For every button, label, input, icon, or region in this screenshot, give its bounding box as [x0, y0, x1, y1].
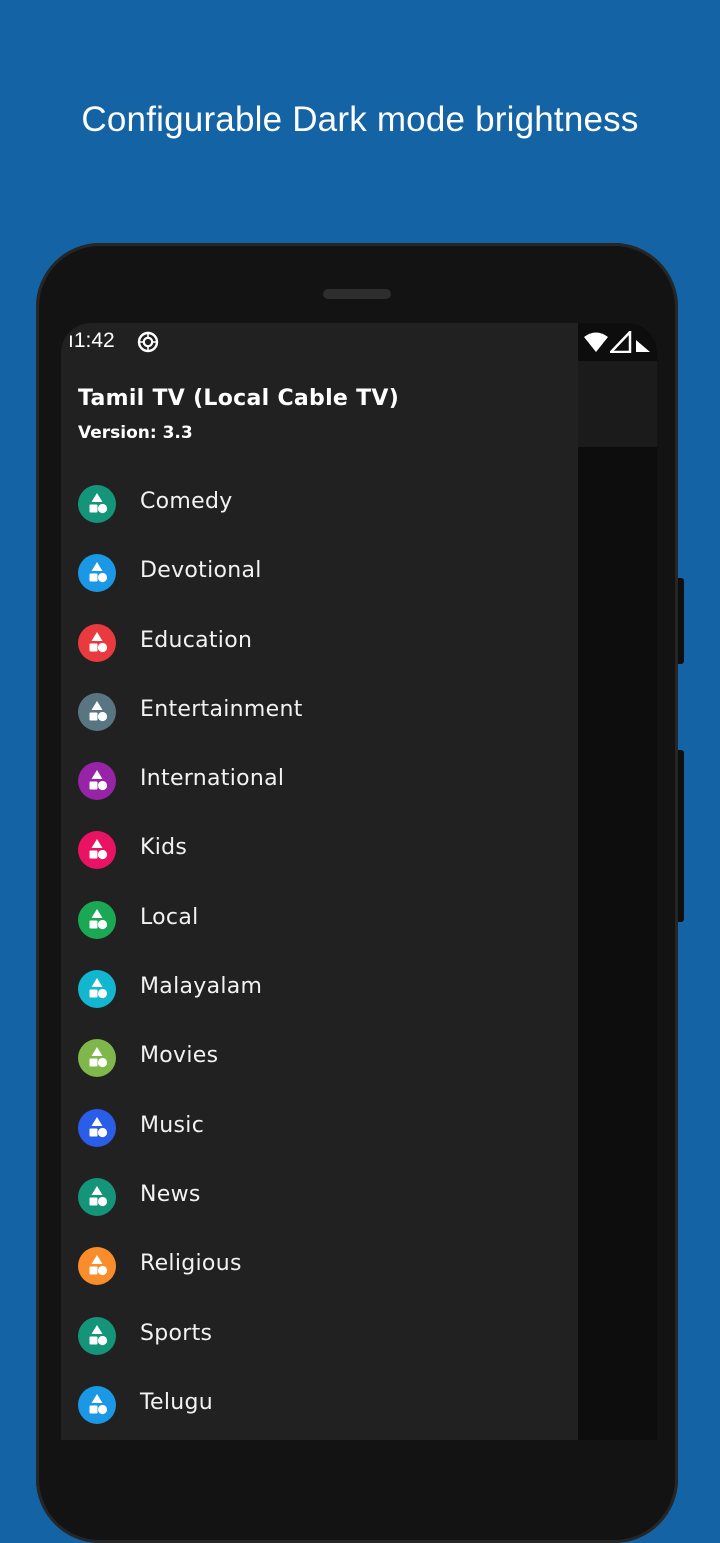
phone-speaker [323, 289, 391, 299]
category-item-news[interactable]: News [61, 1161, 578, 1230]
category-shapes-icon [78, 1039, 116, 1078]
navigation-drawer: Tamil TV (Local Cable TV) Version: 3.3 C… [61, 323, 578, 1440]
category-item-sports[interactable]: Sports [61, 1300, 578, 1369]
cell-signal-icon [610, 331, 632, 353]
category-item-international[interactable]: International [61, 745, 578, 814]
category-label: Telugu [140, 1389, 213, 1415]
category-label: Education [140, 627, 253, 653]
category-shapes-icon [78, 554, 116, 593]
category-label: News [140, 1181, 201, 1207]
category-label: Movies [140, 1043, 219, 1069]
category-shapes-icon [78, 1316, 116, 1355]
category-item-malayalam[interactable]: Malayalam [61, 953, 578, 1022]
category-item-religious[interactable]: Religious [61, 1230, 578, 1299]
app-notification-icon [137, 331, 159, 353]
category-item-entertainment[interactable]: Entertainment [61, 676, 578, 745]
category-shapes-icon [78, 900, 116, 939]
category-label: Devotional [140, 558, 262, 584]
category-item-education[interactable]: Education [61, 607, 578, 676]
category-item-devotional[interactable]: Devotional [61, 537, 578, 606]
category-shapes-icon [78, 1385, 116, 1424]
category-shapes-icon [78, 692, 116, 731]
category-shapes-icon [78, 485, 116, 523]
phone-power-button [678, 578, 684, 664]
category-list: Comedy Devotional Education Entertainment In… [61, 468, 578, 1438]
category-label: Entertainment [140, 696, 303, 722]
category-item-telugu[interactable]: Telugu [61, 1369, 578, 1438]
category-item-local[interactable]: Local [61, 884, 578, 953]
phone-screen: Tamil TV (Local Cable TV) Version: 3.3 C… [61, 323, 657, 1440]
status-bar: ı1:42 [61, 323, 657, 361]
category-item-movies[interactable]: Movies [61, 1022, 578, 1091]
drawer-version: Version: 3.3 [78, 423, 193, 443]
battery-icon [636, 340, 650, 352]
category-item-music[interactable]: Music [61, 1092, 578, 1161]
category-label: Religious [140, 1251, 242, 1277]
category-label: Music [140, 1112, 205, 1138]
category-shapes-icon [78, 1177, 116, 1216]
promo-headline: Configurable Dark mode brightness [81, 100, 639, 139]
category-shapes-icon [78, 1108, 116, 1147]
phone-volume-button [678, 750, 684, 922]
category-shapes-icon [78, 831, 116, 870]
category-item-comedy[interactable]: Comedy [61, 468, 578, 537]
category-label: Sports [140, 1320, 213, 1346]
wifi-icon [584, 332, 608, 352]
category-shapes-icon [78, 970, 116, 1009]
category-label: Kids [140, 835, 188, 861]
category-label: Local [140, 904, 199, 930]
status-time: ı1:42 [68, 329, 115, 352]
category-label: Malayalam [140, 974, 263, 1000]
app-bar-scrimmed [578, 361, 657, 447]
category-shapes-icon [78, 762, 116, 801]
drawer-app-title: Tamil TV (Local Cable TV) [78, 386, 400, 411]
category-shapes-icon [78, 623, 116, 662]
category-label: Comedy [140, 489, 233, 514]
category-shapes-icon [78, 1247, 116, 1286]
category-label: International [140, 766, 285, 792]
category-item-kids[interactable]: Kids [61, 814, 578, 883]
